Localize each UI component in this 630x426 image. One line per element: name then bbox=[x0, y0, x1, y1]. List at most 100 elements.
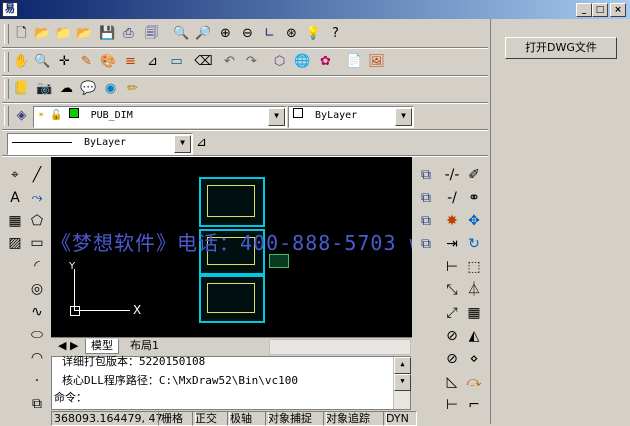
text-tool-icon[interactable]: A bbox=[5, 188, 25, 208]
point-tool-icon[interactable]: · bbox=[27, 371, 47, 391]
rectangle-tool-icon[interactable]: ▭ bbox=[27, 233, 47, 253]
rotate-icon[interactable]: ↻ bbox=[464, 234, 484, 254]
erase-tool-icon[interactable]: ✐ bbox=[464, 165, 484, 185]
palette-icon[interactable]: 🎨 bbox=[99, 52, 118, 71]
spline-tool-icon[interactable]: ∿ bbox=[27, 302, 47, 322]
globe-icon[interactable]: 🌐 bbox=[293, 52, 312, 71]
toolbar-grip[interactable] bbox=[4, 52, 9, 72]
linetype-dropdown[interactable]: ByLayer ▼ bbox=[7, 133, 193, 155]
horizontal-scrollbar[interactable] bbox=[269, 339, 411, 355]
offset-icon[interactable]: ⋄ bbox=[464, 349, 484, 369]
command-scrollbar[interactable]: ▲ ▼ bbox=[393, 357, 411, 409]
open-dwg-button[interactable]: 打开DWG文件 bbox=[505, 37, 617, 59]
line-weight-icon[interactable]: ⊿ bbox=[192, 133, 211, 152]
circle-target-icon[interactable]: ◉ bbox=[101, 79, 120, 98]
open-recent-icon[interactable]: 📂 bbox=[75, 24, 94, 43]
minimize-button[interactable]: _ bbox=[576, 3, 592, 17]
dimension-icon[interactable]: ⊢ bbox=[442, 395, 462, 415]
tab-model[interactable]: 模型 bbox=[85, 339, 119, 354]
stretch-icon[interactable]: ⊢ bbox=[442, 257, 462, 277]
undo-icon[interactable]: ↶ bbox=[220, 52, 239, 71]
line-tool-icon[interactable]: ╱ bbox=[27, 165, 47, 185]
tab-scroll-last[interactable]: ▶ bbox=[65, 339, 83, 353]
toolbar-grip[interactable] bbox=[4, 24, 9, 44]
arc-tool-icon[interactable]: ◜ bbox=[27, 256, 47, 276]
chevron-down-icon[interactable]: ▼ bbox=[174, 135, 191, 153]
layer-lock-icon[interactable]: 🔓 bbox=[50, 110, 62, 121]
save-as-icon[interactable]: 🗐 bbox=[142, 24, 161, 43]
mirror-triangle-icon[interactable]: ◭ bbox=[464, 326, 484, 346]
polygon-tool-icon[interactable]: ⬠ bbox=[27, 211, 47, 231]
arc-edit-icon[interactable]: ⤼ bbox=[464, 372, 484, 392]
zoom-window-icon[interactable]: 🔎 bbox=[194, 24, 213, 43]
layer-dropdown[interactable]: ☀ 🔓 PUB_DIM ▼ bbox=[33, 106, 287, 128]
close-button[interactable]: × bbox=[610, 3, 626, 17]
print-icon[interactable]: ⎙ bbox=[119, 24, 138, 43]
cloud-icon[interactable]: ☁ bbox=[57, 79, 76, 98]
magnify-icon[interactable]: 🔍 bbox=[33, 52, 52, 71]
scale-icon[interactable]: ⬚ bbox=[464, 257, 484, 277]
lightbulb-icon[interactable]: 💡 bbox=[304, 24, 323, 43]
pdf-icon[interactable]: 📄 bbox=[345, 52, 364, 71]
layer-split-icon[interactable]: ⧉ bbox=[416, 234, 436, 254]
pan-icon[interactable]: ✋ bbox=[12, 52, 31, 71]
scroll-down-icon[interactable]: ▼ bbox=[394, 374, 411, 391]
circle-tool-icon[interactable]: ◎ bbox=[27, 279, 47, 299]
redo-icon[interactable]: ↷ bbox=[242, 52, 261, 71]
insert-block-icon[interactable]: ⧉ bbox=[27, 394, 47, 414]
extend-icon[interactable]: -/ bbox=[442, 188, 462, 208]
mirror-icon[interactable]: ⏃ bbox=[464, 280, 484, 300]
command-window[interactable]: 详细打包版本：5220150108 核心DLL程序路径：C:\MxDraw52\… bbox=[51, 355, 411, 410]
zoom-in-icon[interactable]: ⊕ bbox=[216, 24, 235, 43]
comment-icon[interactable]: 💬 bbox=[79, 79, 98, 98]
lengthen-icon[interactable]: ⤢ bbox=[442, 303, 462, 323]
join-icon[interactable]: ⇥ bbox=[442, 234, 462, 254]
select-icon[interactable]: ⌖ bbox=[5, 165, 25, 185]
chamfer-icon[interactable]: ⊘ bbox=[442, 349, 462, 369]
image-export-icon[interactable]: 🖼 bbox=[367, 52, 386, 71]
render-icon[interactable]: ✿ bbox=[316, 52, 335, 71]
open-folder-icon[interactable]: 📁 bbox=[54, 24, 73, 43]
polyline-tool-icon[interactable]: ⤳ bbox=[27, 188, 47, 208]
color-dropdown[interactable]: ByLayer ▼ bbox=[288, 106, 414, 128]
hatch-tool-icon[interactable]: ▨ bbox=[5, 233, 25, 253]
zoom-extents-icon[interactable]: ⊛ bbox=[282, 24, 301, 43]
drawing-canvas[interactable]: 《梦想软件》电话：400-888-5703 w Y X bbox=[51, 157, 412, 337]
measure-icon[interactable]: ⊿ bbox=[143, 52, 162, 71]
window-icon[interactable]: ▭ bbox=[167, 52, 186, 71]
fillet-icon[interactable]: ◺ bbox=[442, 372, 462, 392]
array-icon[interactable]: ▦ bbox=[464, 303, 484, 323]
properties-icon[interactable]: 📒 bbox=[12, 79, 31, 98]
ellipse-tool-icon[interactable]: ⬭ bbox=[27, 325, 47, 345]
ucs-icon[interactable]: ∟ bbox=[260, 24, 279, 43]
move-cross-icon[interactable]: ✛ bbox=[55, 52, 74, 71]
toolbar-grip[interactable] bbox=[4, 106, 9, 126]
new-file-icon[interactable]: 🗋 bbox=[12, 24, 31, 43]
markup-pen-icon[interactable]: ✏ bbox=[123, 79, 142, 98]
layer-merge-icon[interactable]: ⧉ bbox=[416, 211, 436, 231]
chevron-down-icon[interactable]: ▼ bbox=[395, 108, 412, 126]
ellipse-arc-tool-icon[interactable]: ◠ bbox=[27, 348, 47, 368]
command-prompt[interactable]: 命令： bbox=[54, 389, 87, 405]
drawing-sheet[interactable] bbox=[199, 275, 265, 323]
drawing-sheet[interactable] bbox=[199, 177, 265, 227]
help-icon[interactable]: ? bbox=[326, 24, 345, 43]
camera-icon[interactable]: 📷 bbox=[35, 79, 54, 98]
tab-layout1[interactable]: 布局1 bbox=[125, 339, 164, 353]
save-icon[interactable]: 💾 bbox=[98, 24, 117, 43]
move-tool-icon[interactable]: ✥ bbox=[464, 211, 484, 231]
table-tool-icon[interactable]: ▦ bbox=[5, 211, 25, 231]
open-file-icon[interactable]: 📂 bbox=[33, 24, 52, 43]
chevron-down-icon[interactable]: ▼ bbox=[268, 108, 285, 126]
break-icon[interactable]: -/- bbox=[442, 165, 462, 185]
explode-icon[interactable]: ✸ bbox=[442, 211, 462, 231]
no-entry-icon[interactable]: ⊘ bbox=[442, 326, 462, 346]
layer-stack-icon[interactable]: ⧉ bbox=[416, 188, 436, 208]
copy-layer-icon[interactable]: ⧉ bbox=[416, 165, 436, 185]
trim-icon[interactable]: ⤡ bbox=[442, 280, 462, 300]
leader-icon[interactable]: ⌐ bbox=[464, 395, 484, 415]
layers-stack-icon[interactable]: ≡ bbox=[121, 52, 140, 71]
block-icon[interactable]: ⬡ bbox=[270, 52, 289, 71]
zoom-realtime-icon[interactable]: 🔍 bbox=[172, 24, 191, 43]
zoom-out-icon[interactable]: ⊖ bbox=[238, 24, 257, 43]
